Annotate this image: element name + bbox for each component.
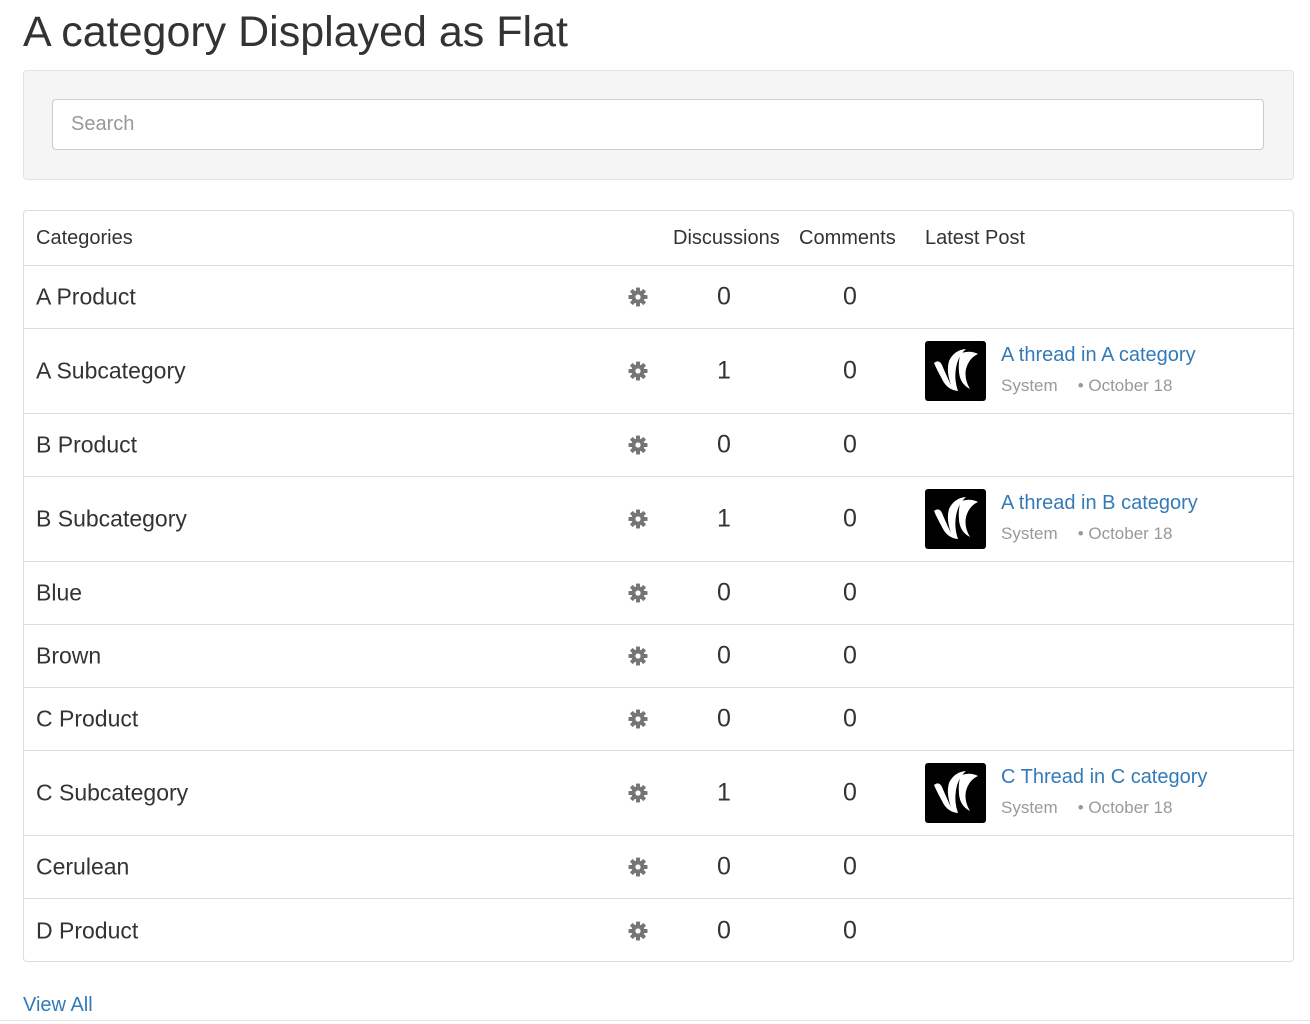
discussions-count: 0 [717,578,731,607]
discussions-count: 1 [717,356,731,385]
latest-post-title-link[interactable]: C Thread in C category [1001,766,1207,789]
gear-icon[interactable] [628,857,648,877]
table-row: C Product 0 0 [24,688,1293,751]
comments-count: 0 [843,356,857,385]
category-name-link[interactable]: Blue [36,580,82,607]
latest-post-author[interactable]: System [1001,798,1058,817]
table-row: A Product 0 0 [24,266,1293,329]
latest-post-meta: System • October 18 [1001,524,1172,544]
table-row: A Subcategory 1 0 A thread in A category Sys… [24,329,1293,414]
discussions-count: 1 [717,778,731,807]
gear-icon[interactable] [628,709,648,729]
search-input[interactable] [52,99,1264,150]
table-row: Blue 0 0 [24,562,1293,625]
latest-post: A thread in B category System • October 18 [925,489,1285,549]
discussions-count: 0 [717,430,731,459]
category-name-link[interactable]: D Product [36,917,138,944]
table-row: B Subcategory 1 0 A thread in B category Sys… [24,477,1293,562]
gear-icon[interactable] [628,921,648,941]
comments-count: 0 [843,641,857,670]
table-body: A Product 0 0 A Subcategory 1 0 A thread in A … [24,266,1293,961]
table-row: C Subcategory 1 0 C Thread in C category Sys… [24,751,1293,836]
category-name-link[interactable]: Cerulean [36,854,129,881]
discussions-count: 0 [717,282,731,311]
comments-count: 0 [843,578,857,607]
comments-count: 0 [843,504,857,533]
discussions-count: 0 [717,852,731,881]
comments-count: 0 [843,704,857,733]
gear-icon[interactable] [628,583,648,603]
latest-post-date: • October 18 [1077,798,1173,817]
category-name-link[interactable]: A Subcategory [36,358,186,385]
comments-count: 0 [843,778,857,807]
discussions-count: 1 [717,504,731,533]
gear-icon[interactable] [628,646,648,666]
category-name-link[interactable]: C Subcategory [36,780,188,807]
gear-icon[interactable] [628,361,648,381]
table-row: B Product 0 0 [24,414,1293,477]
table-row: Brown 0 0 [24,625,1293,688]
latest-post-meta: System • October 18 [1001,798,1172,818]
comments-count: 0 [843,430,857,459]
table-row: D Product 0 0 [24,899,1293,961]
view-all-link[interactable]: View All [23,994,93,1017]
comments-count: 0 [843,282,857,311]
latest-post-title-link[interactable]: A thread in B category [1001,492,1198,515]
comments-count: 0 [843,916,857,944]
gear-icon[interactable] [628,287,648,307]
category-name-link[interactable]: B Product [36,432,137,459]
search-well [23,70,1294,180]
latest-post-author[interactable]: System [1001,376,1058,395]
discussions-count: 0 [717,704,731,733]
divider [0,1020,1310,1021]
category-name-link[interactable]: C Product [36,706,138,733]
latest-post-title-link[interactable]: A thread in A category [1001,344,1196,367]
latest-post: C Thread in C category System • October 18 [925,763,1285,823]
latest-post-date: • October 18 [1077,524,1173,543]
page: A category Displayed as Flat Categories … [0,0,1310,1024]
latest-post-date: • October 18 [1077,376,1173,395]
header-comments: Comments [799,227,896,249]
categories-table: Categories Discussions Comments Latest P… [23,210,1294,962]
page-title: A category Displayed as Flat [23,8,568,56]
vanilla-logo-icon[interactable] [925,763,986,823]
comments-count: 0 [843,852,857,881]
category-name-link[interactable]: B Subcategory [36,506,187,533]
latest-post-meta: System • October 18 [1001,376,1172,396]
latest-post-author[interactable]: System [1001,524,1058,543]
gear-icon[interactable] [628,435,648,455]
latest-post: A thread in A category System • October 18 [925,341,1285,401]
gear-icon[interactable] [628,509,648,529]
header-latest-post: Latest Post [925,227,1026,249]
header-categories: Categories [36,227,133,249]
table-header: Categories Discussions Comments Latest P… [24,211,1293,266]
header-discussions: Discussions [673,227,780,249]
category-name-link[interactable]: A Product [36,284,136,311]
discussions-count: 0 [717,916,731,944]
vanilla-logo-icon[interactable] [925,489,986,549]
gear-icon[interactable] [628,783,648,803]
vanilla-logo-icon[interactable] [925,341,986,401]
table-row: Cerulean 0 0 [24,836,1293,899]
discussions-count: 0 [717,641,731,670]
category-name-link[interactable]: Brown [36,643,101,670]
